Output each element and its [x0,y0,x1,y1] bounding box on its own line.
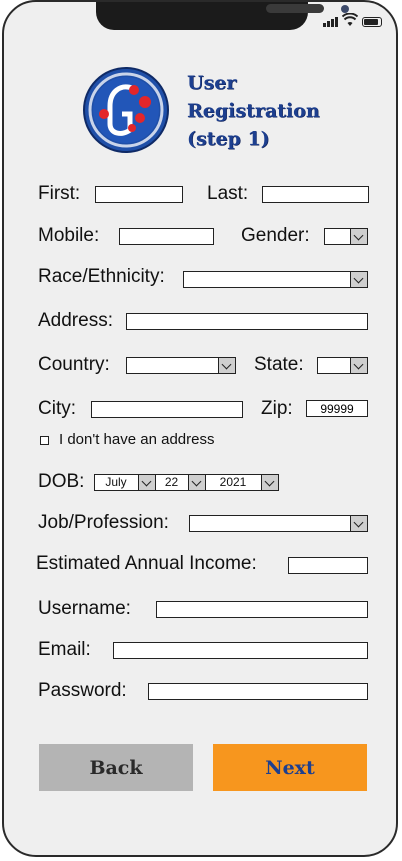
last-name-label: Last: [207,183,249,204]
address-input[interactable] [126,313,368,330]
email-input[interactable] [113,642,368,659]
no-address-checkbox[interactable] [40,436,49,445]
country-value [127,358,217,373]
title-line-1: User [187,72,237,94]
no-address-label: I don't have an address [59,431,215,448]
mobile-input[interactable] [119,228,214,245]
dob-day-value: 22 [164,475,179,489]
income-input[interactable] [288,557,368,574]
camera-icon [341,5,349,13]
title-line-3: (step 1) [187,128,270,150]
city-input[interactable] [91,401,243,418]
dob-month-value: July [105,475,127,489]
zip-input[interactable] [306,400,368,417]
race-label: Race/Ethnicity: [38,266,165,287]
notch [96,2,349,30]
email-label: Email: [38,639,91,660]
password-input[interactable] [148,683,368,700]
back-button[interactable]: Back [39,744,193,791]
mobile-label: Mobile: [38,225,100,246]
chevron-down-icon [350,229,367,244]
signal-icon [323,17,338,27]
race-value [184,272,349,287]
chevron-down-icon [138,475,155,490]
chevron-down-icon [261,475,278,490]
state-value [318,358,349,373]
password-label: Password: [38,680,127,701]
speaker-grille [266,4,324,13]
country-select[interactable] [126,357,236,374]
state-select[interactable] [317,357,368,374]
chevron-down-icon [350,272,367,287]
dob-year-select[interactable]: 2021 [205,474,279,491]
chevron-down-icon [218,358,235,373]
gender-value [325,229,349,244]
job-label: Job/Profession: [38,512,169,533]
app-logo [83,67,169,153]
state-label: State: [254,354,304,375]
dob-day-select[interactable]: 22 [155,474,206,491]
chevron-down-icon [350,516,367,531]
gender-select[interactable] [324,228,368,245]
gender-label: Gender: [241,225,310,246]
dob-month-select[interactable]: July [94,474,156,491]
country-label: Country: [38,354,110,375]
dob-label: DOB: [38,471,85,492]
income-label: Estimated Annual Income: [36,553,257,574]
job-select[interactable] [189,515,368,532]
address-label: Address: [38,310,113,331]
first-name-input[interactable] [95,186,183,203]
zip-label: Zip: [261,398,293,419]
chevron-down-icon [188,475,205,490]
wifi-icon [342,13,358,26]
first-name-label: First: [38,183,81,204]
username-input[interactable] [156,601,368,618]
page-title: User Registration (step 1) [187,69,320,153]
status-bar [323,13,382,27]
chevron-down-icon [350,358,367,373]
battery-icon [362,17,382,27]
username-label: Username: [38,598,131,619]
job-value [190,516,349,531]
city-label: City: [38,398,76,419]
race-select[interactable] [183,271,368,288]
next-button[interactable]: Next [213,744,367,791]
dob-year-value: 2021 [219,475,247,489]
last-name-input[interactable] [262,186,369,203]
title-line-2: Registration [187,100,320,122]
